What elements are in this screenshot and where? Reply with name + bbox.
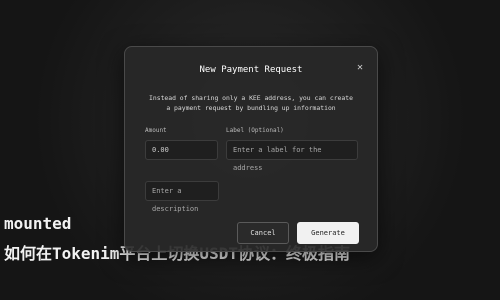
dialog-description: Instead of sharing only a KEE address, y… — [145, 93, 357, 113]
amount-label: Amount — [145, 127, 167, 134]
amount-input[interactable]: 0.00 — [145, 140, 218, 160]
generate-button[interactable]: Generate — [297, 222, 359, 244]
cancel-button[interactable]: Cancel — [237, 222, 289, 244]
payment-request-dialog: New Payment Request ✕ Instead of sharing… — [124, 46, 378, 252]
close-icon[interactable]: ✕ — [357, 62, 363, 73]
label-input[interactable]: Enter a label for the address — [226, 140, 358, 172]
background-text-line1: mounted — [4, 214, 72, 233]
description-line2: a payment request by bundling up informa… — [166, 104, 336, 112]
description-input[interactable]: Enter a description — [145, 181, 219, 213]
description-line1: Instead of sharing only a KEE address, y… — [149, 94, 353, 102]
dialog-title: New Payment Request — [199, 65, 303, 75]
label-label: Label (Optional) — [226, 127, 284, 134]
